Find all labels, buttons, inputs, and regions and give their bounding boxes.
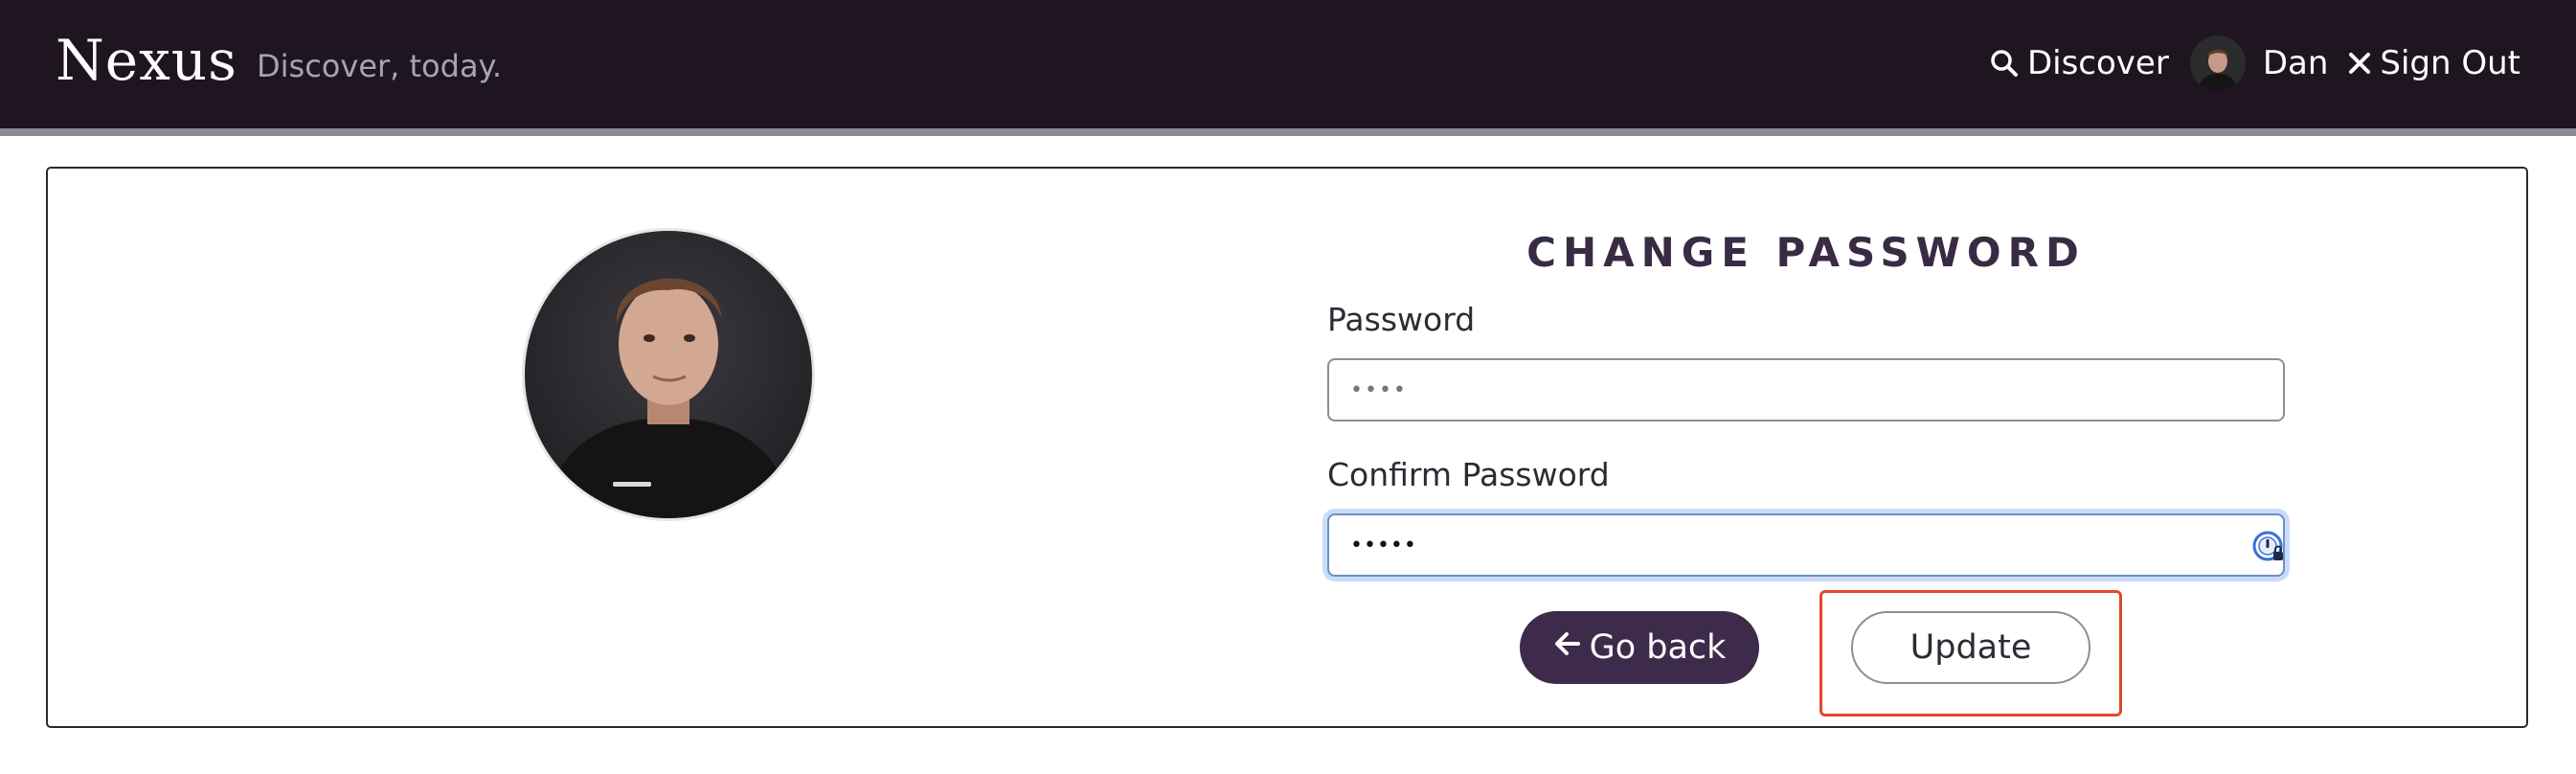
change-password-card: CHANGE PASSWORD Password Confirm Passwor… bbox=[46, 167, 2528, 728]
password-label: Password bbox=[1327, 301, 1476, 338]
sign-out-label: Sign Out bbox=[2380, 44, 2520, 82]
profile-photo bbox=[522, 228, 815, 521]
search-icon bbox=[1989, 48, 2020, 79]
user-avatar[interactable] bbox=[2189, 35, 2246, 91]
go-back-button[interactable]: Go back bbox=[1520, 611, 1759, 684]
nav-right: Discover Dan Sign Out bbox=[1989, 33, 2520, 94]
user-name[interactable]: Dan bbox=[2263, 44, 2329, 82]
discover-link[interactable]: Discover bbox=[1989, 44, 2169, 82]
tagline: Discover, today. bbox=[257, 48, 503, 84]
navbar: Nexus Discover, today. Discover Dan Sign… bbox=[0, 0, 2576, 136]
go-back-label: Go back bbox=[1589, 628, 1727, 667]
confirm-password-label: Confirm Password bbox=[1327, 456, 1610, 493]
arrow-left-icon bbox=[1553, 628, 1582, 667]
page-title: CHANGE PASSWORD bbox=[1526, 229, 2086, 276]
confirm-password-input[interactable] bbox=[1327, 513, 2285, 577]
password-input[interactable] bbox=[1327, 358, 2285, 421]
brand-logo[interactable]: Nexus bbox=[56, 27, 237, 94]
discover-label: Discover bbox=[2026, 44, 2169, 82]
close-icon bbox=[2347, 51, 2372, 76]
sign-out-link[interactable]: Sign Out bbox=[2347, 44, 2520, 82]
update-button[interactable]: Update bbox=[1851, 611, 2090, 684]
password-manager-icon[interactable] bbox=[2252, 531, 2285, 563]
